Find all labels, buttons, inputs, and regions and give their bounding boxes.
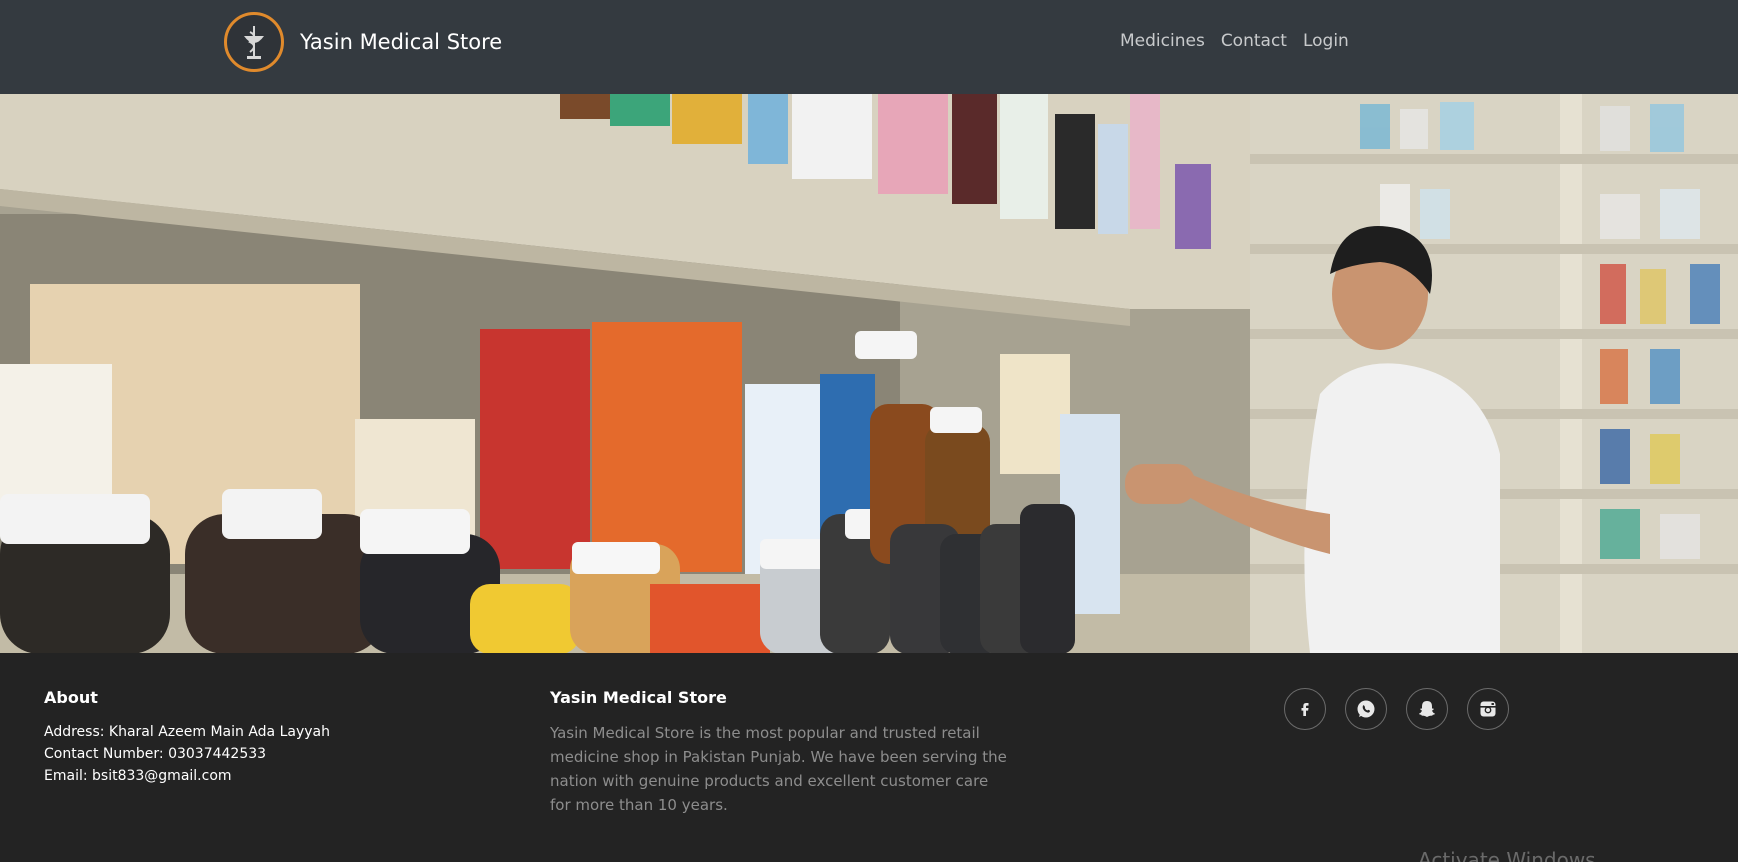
whatsapp-icon[interactable] bbox=[1345, 688, 1387, 730]
facebook-icon[interactable] bbox=[1284, 688, 1326, 730]
store-heading: Yasin Medical Store bbox=[550, 688, 727, 707]
navbar: Yasin Medical Store Medicines Contact Lo… bbox=[0, 0, 1738, 94]
about-address: Address: Kharal Azeem Main Ada Layyah bbox=[44, 724, 330, 740]
footer-store: Yasin Medical Store Yasin Medical Store … bbox=[550, 688, 1010, 817]
instagram-icon[interactable] bbox=[1467, 688, 1509, 730]
brand-link[interactable]: Yasin Medical Store bbox=[224, 12, 502, 72]
about-contact: Contact Number: 03037442533 bbox=[44, 746, 267, 762]
about-email: Email: bsit833@gmail.com bbox=[44, 768, 232, 784]
nav-links: Medicines Contact Login bbox=[1120, 31, 1349, 51]
nav-link-contact[interactable]: Contact bbox=[1221, 31, 1287, 51]
social-links bbox=[1284, 688, 1509, 730]
footer: About Address: Kharal Azeem Main Ada Lay… bbox=[0, 653, 1738, 862]
store-description: Yasin Medical Store is the most popular … bbox=[550, 724, 1007, 814]
activate-windows-watermark: Activate Windows bbox=[1418, 848, 1596, 862]
pharmacy-logo-icon bbox=[224, 12, 284, 72]
hero-image bbox=[0, 94, 1738, 653]
snapchat-icon[interactable] bbox=[1406, 688, 1448, 730]
nav-link-login[interactable]: Login bbox=[1303, 31, 1349, 51]
nav-link-medicines[interactable]: Medicines bbox=[1120, 31, 1205, 51]
footer-about: About Address: Kharal Azeem Main Ada Lay… bbox=[44, 688, 464, 787]
brand-name: Yasin Medical Store bbox=[300, 30, 503, 54]
about-heading: About bbox=[44, 688, 98, 707]
